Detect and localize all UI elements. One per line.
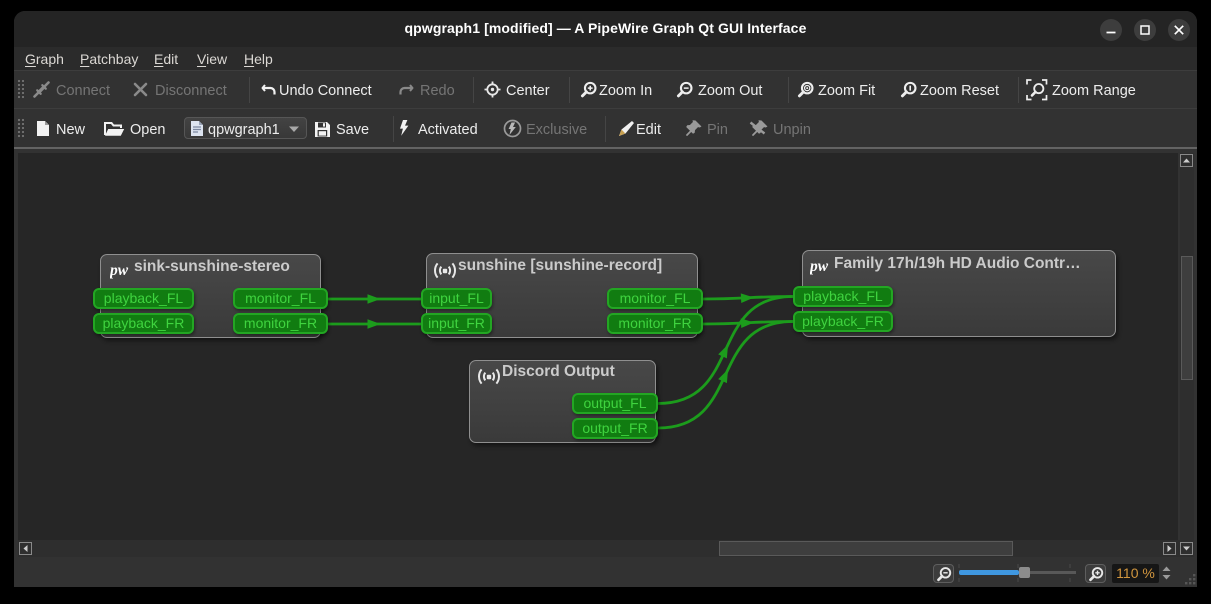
svg-text:pw: pw [810,258,829,275]
svg-text:pw: pw [110,262,129,279]
